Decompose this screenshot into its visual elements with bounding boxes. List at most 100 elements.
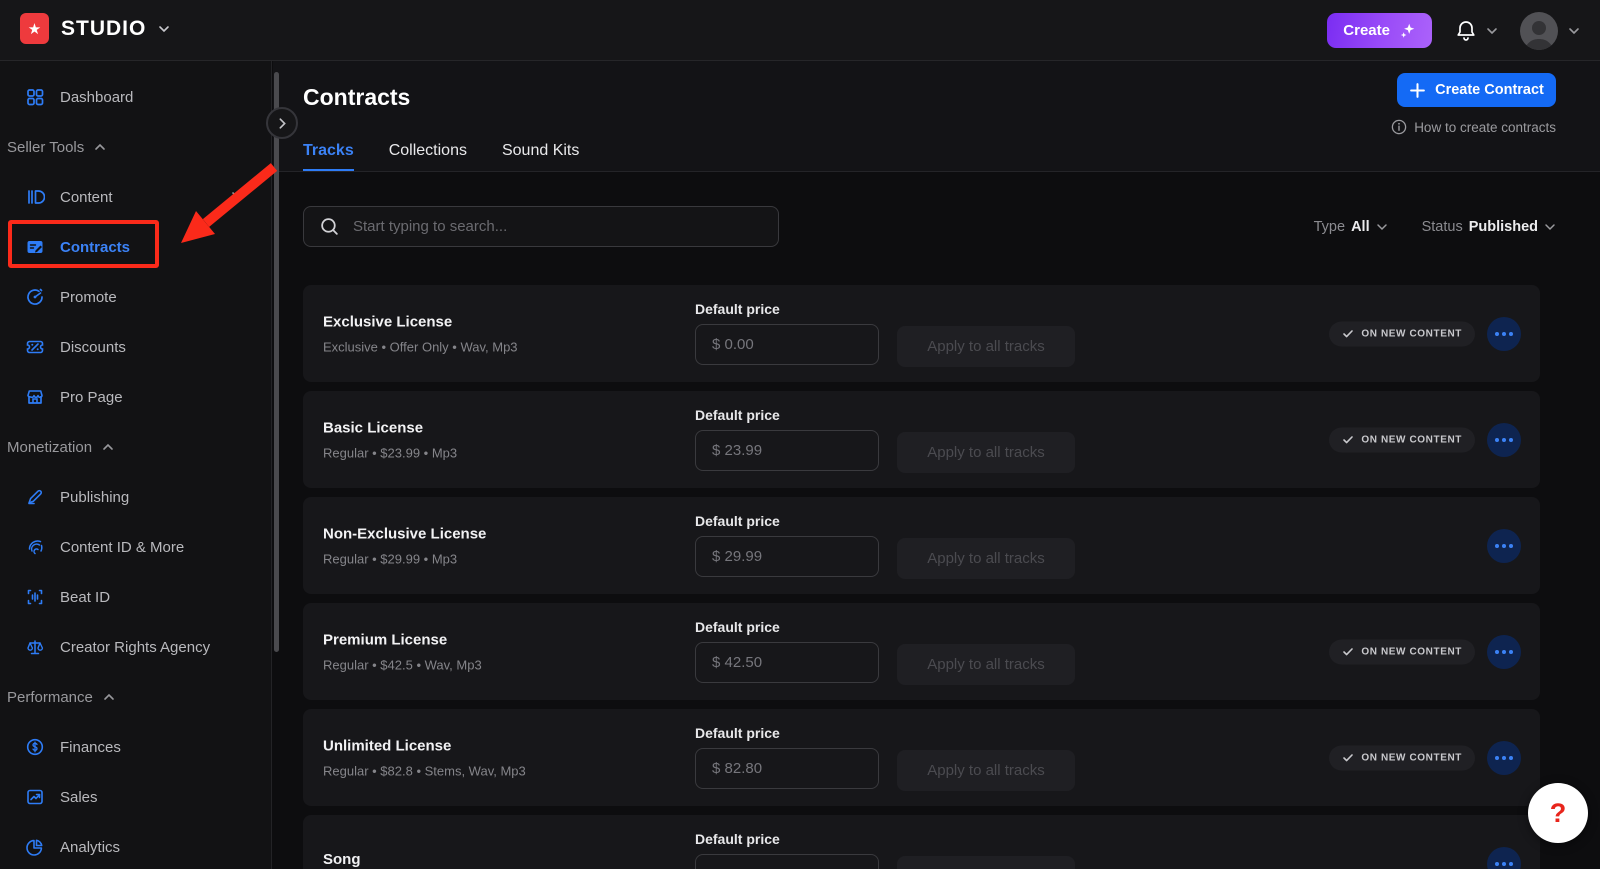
default-price-input[interactable] [695, 536, 879, 577]
sidebar-item-contracts[interactable]: Contracts [0, 222, 271, 272]
sidebar-item-label: Creator Rights Agency [60, 639, 210, 656]
chevron-down-icon [1486, 25, 1498, 37]
apply-to-all-tracks-button[interactable]: Apply to all tracks [897, 538, 1075, 579]
default-price-input[interactable] [695, 642, 879, 683]
how-to-create-contracts-link[interactable]: How to create contracts [1391, 119, 1556, 135]
sidebar-item-label: Pro Page [60, 389, 123, 406]
apply-to-all-tracks-button[interactable]: Apply to all tracks [897, 856, 1075, 869]
apply-to-all-tracks-button[interactable]: Apply to all tracks [897, 750, 1075, 791]
default-price-input[interactable] [695, 430, 879, 471]
brand-menu[interactable]: ★ STUDIO [20, 13, 170, 44]
create-contract-label: Create Contract [1435, 82, 1544, 98]
tab-collections[interactable]: Collections [389, 134, 467, 172]
license-info: Premium License Regular • $42.5 • Wav, M… [323, 631, 482, 672]
sidebar-item-label: Publishing [60, 489, 129, 506]
sidebar-item-content[interactable]: Content [0, 172, 271, 222]
sidebar-item-finances[interactable]: Finances [0, 722, 271, 772]
default-price-label: Default price [695, 725, 879, 741]
chevron-down-icon [1376, 221, 1388, 233]
license-info: Non-Exclusive License Regular • $29.99 •… [323, 525, 486, 566]
default-price-label: Default price [695, 407, 879, 423]
sidebar-item-label: Sales [60, 789, 98, 806]
apply-to-all-tracks-button[interactable]: Apply to all tracks [897, 326, 1075, 367]
license-title: Premium License [323, 631, 482, 648]
row-actions-button[interactable] [1487, 635, 1521, 669]
sidebar-item-beat-id[interactable]: Beat ID [0, 572, 271, 622]
avatar [1520, 12, 1558, 50]
row-actions-button[interactable] [1487, 317, 1521, 351]
content-icon [25, 187, 45, 207]
license-info: Basic License Regular • $23.99 • Mp3 [323, 419, 457, 460]
sidebar-item-content-id[interactable]: Content ID & More [0, 522, 271, 572]
license-list: Exclusive License Exclusive • Offer Only… [303, 285, 1540, 869]
license-row-song: Song Default price Apply to all tracks [303, 815, 1540, 869]
sidebar-item-analytics[interactable]: Analytics [0, 822, 271, 869]
create-contract-button[interactable]: Create Contract [1397, 73, 1556, 107]
notifications-menu[interactable] [1454, 19, 1498, 43]
discount-ticket-icon [25, 337, 45, 357]
price-group: Default price [695, 619, 879, 683]
info-icon [1391, 119, 1407, 135]
sidebar-item-sales[interactable]: Sales [0, 772, 271, 822]
sidebar-item-publishing[interactable]: Publishing [0, 472, 271, 522]
status-filter[interactable]: Status Published [1422, 219, 1556, 235]
tab-sound-kits[interactable]: Sound Kits [502, 134, 579, 172]
apply-to-all-tracks-button[interactable]: Apply to all tracks [897, 644, 1075, 685]
row-actions-button[interactable] [1487, 529, 1521, 563]
type-filter[interactable]: Type All [1314, 219, 1388, 235]
sidebar-item-label: Discounts [60, 339, 126, 356]
license-subtitle: Regular • $29.99 • Mp3 [323, 551, 486, 566]
sidebar-scrollbar[interactable] [274, 72, 279, 652]
account-menu[interactable] [1520, 12, 1580, 50]
license-info: Unlimited License Regular • $82.8 • Stem… [323, 737, 526, 778]
license-title: Song [323, 851, 361, 868]
bell-icon [1454, 19, 1478, 43]
license-row-non-exclusive: Non-Exclusive License Regular • $29.99 •… [303, 497, 1540, 594]
row-actions-button[interactable] [1487, 847, 1521, 869]
how-to-label: How to create contracts [1414, 120, 1556, 135]
sidebar-collapse-button[interactable] [266, 107, 298, 139]
license-title: Unlimited License [323, 737, 526, 754]
default-price-input[interactable] [695, 324, 879, 365]
price-group: Default price [695, 725, 879, 789]
license-title: Basic License [323, 419, 457, 436]
sidebar-section-seller-tools[interactable]: Seller Tools [0, 122, 271, 172]
row-actions-button[interactable] [1487, 741, 1521, 775]
sidebar-item-discounts[interactable]: Discounts [0, 322, 271, 372]
license-row-exclusive: Exclusive License Exclusive • Offer Only… [303, 285, 1540, 382]
dollar-circle-icon [25, 737, 45, 757]
price-group: Default price [695, 407, 879, 471]
sidebar-item-dashboard[interactable]: Dashboard [0, 72, 271, 122]
default-price-input[interactable] [695, 854, 879, 869]
sidebar-section-monetization[interactable]: Monetization [0, 422, 271, 472]
promote-icon [25, 287, 45, 307]
storefront-icon [25, 387, 45, 407]
chevron-right-icon [276, 117, 289, 130]
sidebar-item-creator-rights-agency[interactable]: Creator Rights Agency [0, 622, 271, 672]
price-group: Default price [695, 831, 879, 869]
row-actions-button[interactable] [1487, 423, 1521, 457]
help-button[interactable]: ? [1528, 783, 1588, 843]
license-info: Exclusive License Exclusive • Offer Only… [323, 313, 518, 354]
create-button[interactable]: Create [1327, 13, 1432, 48]
chevron-down-icon [1544, 221, 1556, 233]
sidebar-item-label: Analytics [60, 839, 120, 856]
on-new-content-badge: ON NEW CONTENT [1329, 639, 1475, 664]
tab-tracks[interactable]: Tracks [303, 134, 354, 172]
topbar: ★ STUDIO Create [0, 0, 1600, 61]
check-icon [1342, 434, 1354, 446]
license-subtitle: Regular • $82.8 • Stems, Wav, Mp3 [323, 763, 526, 778]
search-input[interactable] [353, 218, 763, 235]
sidebar-section-performance[interactable]: Performance [0, 672, 271, 722]
sidebar-item-pro-page[interactable]: Pro Page [0, 372, 271, 422]
search-box [303, 206, 779, 247]
badge-label: ON NEW CONTENT [1361, 328, 1462, 339]
chevron-down-icon [158, 23, 170, 35]
apply-to-all-tracks-button[interactable]: Apply to all tracks [897, 432, 1075, 473]
sidebar-item-promote[interactable]: Promote [0, 272, 271, 322]
sidebar-item-label: Finances [60, 739, 121, 756]
topbar-actions: Create [1327, 0, 1580, 61]
chevron-down-icon [1568, 25, 1580, 37]
pen-icon [25, 487, 45, 507]
default-price-input[interactable] [695, 748, 879, 789]
